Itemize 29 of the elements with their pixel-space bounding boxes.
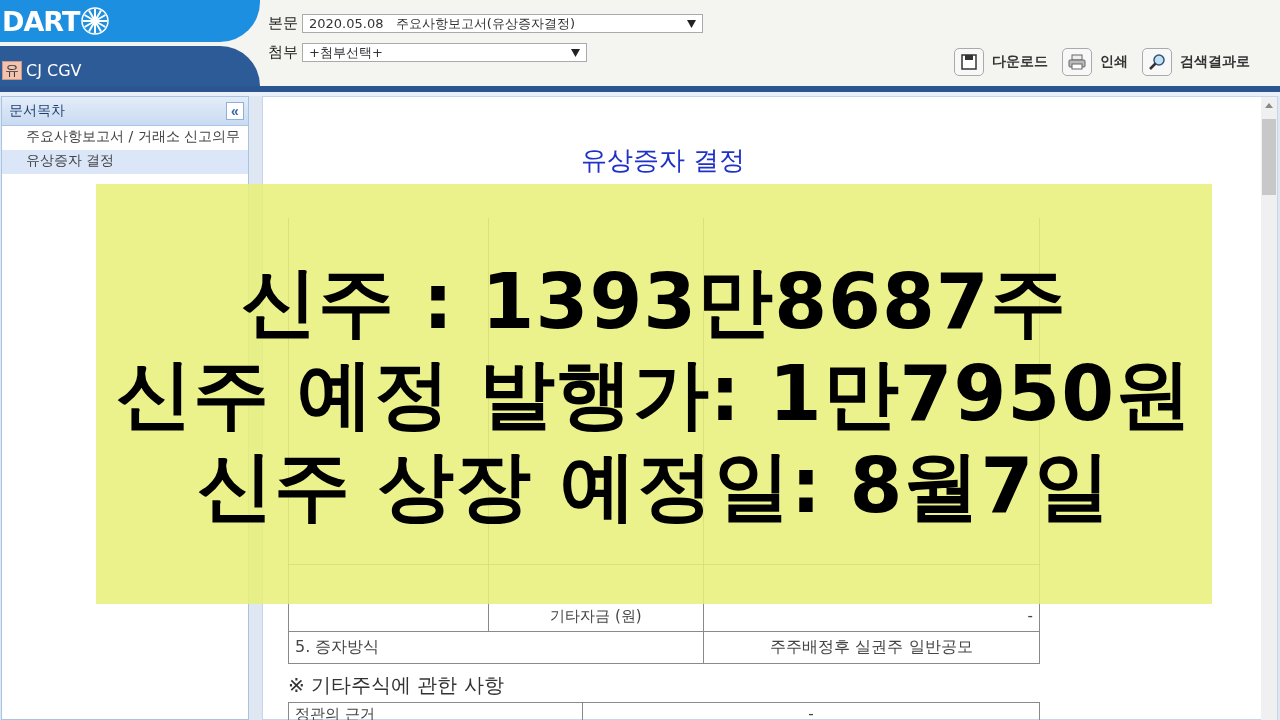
caption-text: 신주 : 1393만8687주 <box>241 258 1067 346</box>
caption-text: 신주 상장 예정일: 8월7일 <box>196 442 1112 530</box>
collapse-button[interactable]: « <box>226 102 244 120</box>
toc-item[interactable]: 주요사항보고서 / 거래소 신고의무 <box>2 126 248 150</box>
sunburst-logo-icon <box>81 7 110 35</box>
dropdown-select[interactable]: 2020.05.08 주요사항보고서(유상증자결정) <box>302 14 703 33</box>
logo-text: DART <box>2 5 80 37</box>
toolbar-button[interactable]: 검색결과로 <box>1142 48 1250 76</box>
printer-icon <box>1067 52 1087 72</box>
section-note: ※ 기타주식에 관한 사항 <box>288 672 505 698</box>
table-cell: 기타자금 (원) <box>550 607 642 625</box>
company-name: CJ CGV <box>26 61 82 80</box>
table-cell: 주주배정후 실권주 일반공모 <box>770 637 973 656</box>
select-label: 첨부 <box>268 43 298 62</box>
table-cell: - <box>808 705 814 720</box>
document-title: 유상증자 결정 <box>579 144 747 177</box>
caption-text: 신주 예정 발행가: 1만7950원 <box>115 350 1193 438</box>
dropdown-select[interactable]: +첨부선택+ <box>302 43 587 62</box>
caret-icon <box>687 19 696 28</box>
table-cell: 5. 증자방식 <box>295 637 380 656</box>
toolbar-button[interactable]: 인쇄 <box>1062 48 1128 76</box>
market-badge: 유 <box>2 61 22 80</box>
sidebar-title: 문서목차 <box>9 102 65 120</box>
search-icon <box>1147 52 1167 72</box>
table-cell: - <box>1027 606 1033 625</box>
select-label: 본문 <box>268 14 298 33</box>
toc-item[interactable]: 유상증자 결정 <box>2 150 248 174</box>
toolbar-button[interactable]: 다운로드 <box>954 48 1048 76</box>
caret-icon <box>571 48 580 57</box>
